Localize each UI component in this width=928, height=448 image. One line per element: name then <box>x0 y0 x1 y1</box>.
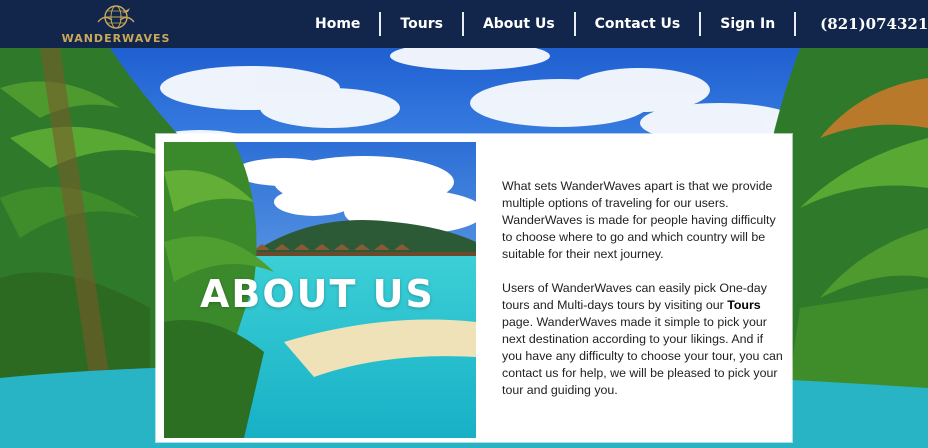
nav-tours[interactable]: Tours <box>381 16 462 32</box>
paragraph-2-text-end: page. WanderWaves made it simple to pick… <box>502 315 783 397</box>
phone-number: (821)074321 <box>820 15 928 33</box>
brand-logo[interactable]: WANDERWAVES <box>56 4 176 46</box>
brand-name: WANDERWAVES <box>61 32 171 45</box>
main-nav: Home Tours About Us Contact Us Sign In (… <box>296 0 928 48</box>
about-description: What sets WanderWaves apart is that we p… <box>502 178 784 416</box>
about-paragraph-2: Users of WanderWaves can easily pick One… <box>502 280 784 399</box>
globe-logo-icon <box>97 5 135 29</box>
nav-about-us[interactable]: About Us <box>464 16 574 32</box>
navbar: WANDERWAVES Home Tours About Us Contact … <box>0 0 928 48</box>
about-us-card: ABOUT US What sets WanderWaves apart is … <box>156 134 792 442</box>
tours-link[interactable]: Tours <box>727 298 761 312</box>
about-us-heading: ABOUT US <box>200 272 435 316</box>
island-resort-photo: ABOUT US <box>164 142 476 438</box>
nav-sign-in[interactable]: Sign In <box>701 16 794 32</box>
nav-contact-us[interactable]: Contact Us <box>576 16 700 32</box>
nav-home[interactable]: Home <box>296 16 379 32</box>
about-paragraph-1: What sets WanderWaves apart is that we p… <box>502 179 776 261</box>
